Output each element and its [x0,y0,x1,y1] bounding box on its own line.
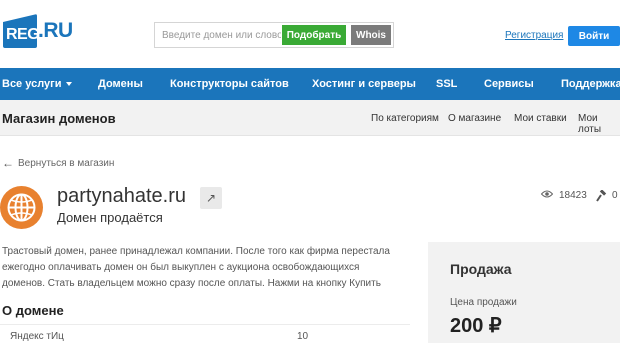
arrow-left-icon: ← [2,156,14,170]
bids-count: 0 [612,190,618,201]
divider [0,324,410,325]
views-count: 18423 [559,190,587,201]
back-to-shop-link[interactable]: ← Вернуться в магазин [2,156,114,170]
nav-item-all-services[interactable]: Все услуги [2,78,72,90]
nav-item-domains[interactable]: Домены [98,78,143,90]
logo-mark-text: REG [6,26,40,43]
about-domain-title: О домене [2,303,64,318]
eye-icon [540,190,554,201]
login-button[interactable]: Войти [568,26,620,46]
subnav-link-my-bids[interactable]: Мои ставки [514,113,567,124]
logo[interactable]: REG .RU [3,14,73,48]
subnav-link-categories[interactable]: По категориям [371,113,439,124]
gavel-icon [596,189,608,207]
domain-status: Домен продаётся [57,210,163,225]
nav-item-hosting[interactable]: Хостинг и серверы [312,78,416,90]
subnav-link-my-lots[interactable]: Мои лоты [578,113,620,135]
views-counter: 18423 [540,190,587,201]
sale-price: 200 ₽ [450,315,502,337]
sale-price-label: Цена продажи [450,297,517,308]
nav-item-label: Все услуги [2,78,62,90]
domain-search-input[interactable] [155,23,281,47]
domain-name: partynahate.ru [57,185,186,207]
pick-button[interactable]: Подобрать [282,25,346,45]
arrow-up-right-icon: ↗ [205,191,217,205]
logo-suffix: .RU [38,19,73,42]
sale-title: Продажа [450,261,512,277]
globe-icon [0,186,43,229]
yandex-tic-value: 10 [297,331,309,342]
sale-panel: Продажа Цена продажи 200 ₽ [428,242,620,343]
domain-description: Трастовый домен, ранее принадлежал компа… [2,246,390,289]
nav-item-services[interactable]: Сервисы [484,78,534,90]
nav-item-site-builders[interactable]: Конструкторы сайтов [170,78,289,90]
whois-button[interactable]: Whois [351,25,391,45]
header: REG .RU Подобрать Whois Регистрация Войт… [0,0,620,68]
subnav-link-about-shop[interactable]: О магазине [448,113,501,124]
nav-item-support[interactable]: Поддержка [561,78,620,90]
register-link[interactable]: Регистрация [505,30,563,41]
external-link-button[interactable]: ↗ [200,187,222,209]
logo-mark: REG [3,14,40,48]
shop-title: Магазин доменов [2,111,116,126]
shop-subnav: Магазин доменов По категориям О магазине… [0,100,620,136]
main-nav: Все услуги Домены Конструкторы сайтов Хо… [0,68,620,100]
nav-item-ssl[interactable]: SSL [436,78,457,90]
caret-down-icon [65,82,72,87]
domain-search: Подобрать Whois [154,22,394,48]
back-link-label: Вернуться в магазин [18,157,115,169]
yandex-tic-label: Яндекс тИц [10,331,64,342]
